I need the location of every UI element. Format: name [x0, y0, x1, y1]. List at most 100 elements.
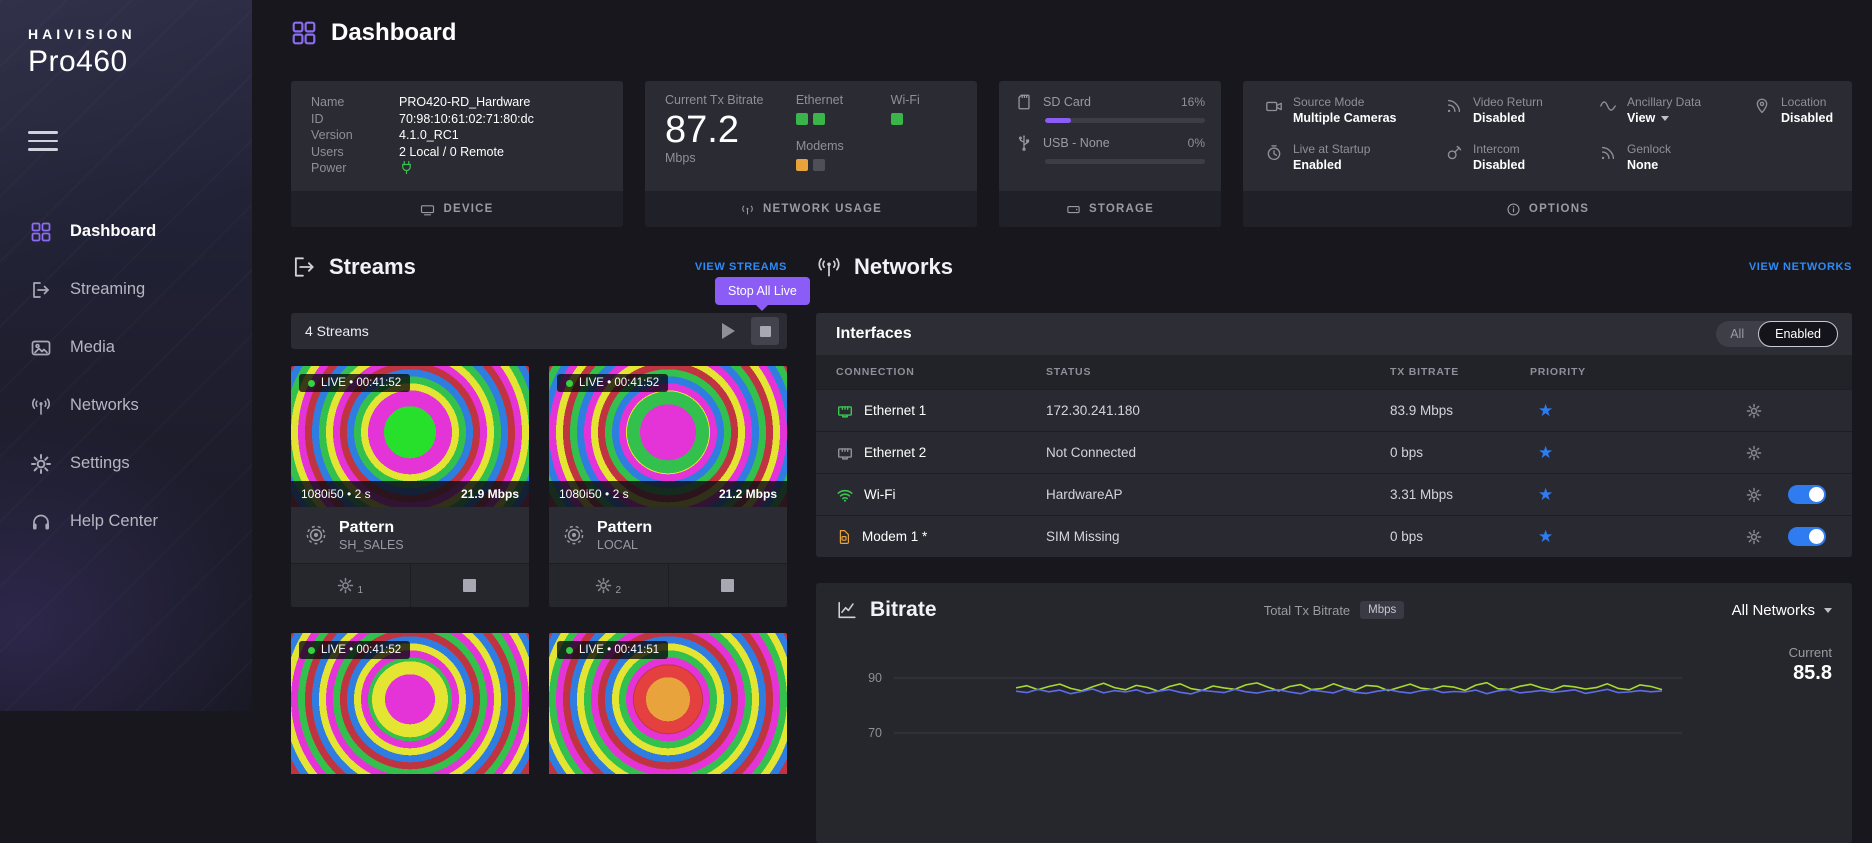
- interface-settings-gear-icon[interactable]: [1746, 403, 1762, 419]
- stream-settings-button[interactable]: 2: [549, 564, 668, 607]
- sidebar-item-label: Media: [70, 338, 115, 357]
- page-title: Dashboard: [331, 19, 456, 47]
- device-row-value: 70:98:10:61:02:71:80:dc: [399, 111, 534, 128]
- device-card-footer[interactable]: DEVICE: [291, 191, 623, 227]
- sim-card-icon: [836, 528, 852, 546]
- live-badge: LIVE • 00:41:51: [557, 641, 668, 659]
- filter-enabled-button[interactable]: Enabled: [1758, 321, 1838, 347]
- total-tx-bitrate-label: Total Tx Bitrate: [1264, 603, 1350, 618]
- device-row: Users2 Local / 0 Remote: [311, 144, 603, 161]
- streaming-icon: [30, 279, 52, 301]
- stream-cards-grid: LIVE • 00:41:52 1080i50 • 2 s21.9 Mbps P…: [291, 366, 787, 774]
- stream-stop-button[interactable]: [668, 564, 788, 607]
- option-value: Disabled: [1473, 110, 1543, 127]
- sidebar-item-label: Settings: [70, 454, 130, 473]
- network-usage-card-footer[interactable]: NETWORK USAGE: [645, 191, 977, 227]
- priority-star-icon[interactable]: ★: [1538, 443, 1553, 462]
- device-icon: [420, 202, 435, 217]
- usb-label: USB - None: [1043, 136, 1178, 150]
- live-timer: LIVE • 00:41:52: [579, 377, 659, 389]
- streams-toolbar: 4 Streams: [291, 313, 787, 349]
- genlock-icon: [1599, 142, 1617, 162]
- device-row-label: Users: [311, 144, 399, 161]
- device-row-power: Power: [311, 160, 603, 177]
- interface-name: Ethernet 2: [864, 445, 926, 460]
- sd-card-progress-fill: [1045, 118, 1071, 123]
- interface-enable-toggle[interactable]: [1788, 485, 1826, 504]
- interface-status: SIM Missing: [1046, 529, 1390, 544]
- sidebar-item-streaming[interactable]: Streaming: [0, 261, 252, 319]
- device-row: NamePRO420-RD_Hardware: [311, 94, 603, 111]
- stream-thumbnail[interactable]: LIVE • 00:41:52: [291, 633, 529, 774]
- stream-settings-button[interactable]: 1: [291, 564, 410, 607]
- gear-icon: [337, 577, 354, 594]
- sd-card-icon: [1015, 93, 1033, 111]
- stop-all-live-tooltip: Stop All Live: [715, 277, 810, 305]
- stream-stop-button[interactable]: [410, 564, 530, 607]
- main-content: Dashboard NamePRO420-RD_Hardware ID70:98…: [252, 0, 1872, 711]
- stream-card-footer: 1: [291, 563, 529, 607]
- mbps-unit-badge: Mbps: [1360, 601, 1404, 619]
- stream-thumbnail[interactable]: LIVE • 00:41:51: [549, 633, 787, 774]
- wifi-label: Wi-Fi: [891, 93, 957, 107]
- tx-bitrate-block: Current Tx Bitrate 87.2 Mbps: [665, 93, 796, 191]
- ethernet-port-icon: [836, 402, 854, 420]
- sidebar-nav: Dashboard Streaming Media Networks Setti…: [0, 203, 252, 551]
- interface-settings-gear-icon[interactable]: [1746, 487, 1762, 503]
- chevron-down-icon: [1661, 116, 1669, 125]
- table-row-ethernet1[interactable]: Ethernet 1 172.30.241.180 83.9 Mbps ★: [816, 389, 1852, 431]
- option-value-dropdown[interactable]: View: [1627, 110, 1701, 127]
- option-label: Genlock: [1627, 142, 1671, 157]
- options-card: Source ModeMultiple Cameras Video Return…: [1243, 81, 1852, 227]
- priority-star-icon[interactable]: ★: [1538, 527, 1553, 546]
- sidebar-item-dashboard[interactable]: Dashboard: [0, 203, 252, 261]
- stream-out-icon: [291, 254, 317, 280]
- sidebar-item-help-center[interactable]: Help Center: [0, 493, 252, 551]
- menu-toggle-button[interactable]: [28, 131, 58, 151]
- live-dot-icon: [308, 380, 315, 387]
- option-label: Intercom: [1473, 142, 1525, 157]
- stream-card: LIVE • 00:41:52 1080i50 • 2 s21.9 Mbps P…: [291, 366, 529, 607]
- option-value: Disabled: [1473, 157, 1525, 174]
- interface-settings-gear-icon[interactable]: [1746, 445, 1762, 461]
- satellite-dish-icon: [1445, 95, 1463, 115]
- option-label: Location: [1781, 95, 1833, 110]
- view-streams-link[interactable]: VIEW STREAMS: [695, 261, 787, 273]
- sidebar-item-settings[interactable]: Settings: [0, 435, 252, 493]
- interface-settings-gear-icon[interactable]: [1746, 529, 1762, 545]
- option-label: Live at Startup: [1293, 142, 1370, 157]
- svg-text:70: 70: [868, 726, 882, 740]
- antenna-icon: [30, 395, 52, 417]
- live-timer: LIVE • 00:41:52: [321, 377, 401, 389]
- storage-card-footer[interactable]: STORAGE: [999, 191, 1221, 227]
- wifi-block: Wi-Fi: [891, 93, 957, 191]
- networks-section: Networks VIEW NETWORKS Interfaces All En…: [816, 250, 1852, 843]
- priority-star-icon[interactable]: ★: [1538, 401, 1553, 420]
- interface-enable-toggle[interactable]: [1788, 527, 1826, 546]
- view-networks-link[interactable]: VIEW NETWORKS: [1749, 261, 1852, 273]
- table-row-ethernet2[interactable]: Ethernet 2 Not Connected 0 bps ★: [816, 431, 1852, 473]
- priority-star-icon[interactable]: ★: [1538, 485, 1553, 504]
- sidebar-item-media[interactable]: Media: [0, 319, 252, 377]
- multi-camera-icon: [1265, 95, 1283, 115]
- device-row-label: Power: [311, 160, 399, 177]
- clock-icon: [1265, 142, 1283, 162]
- tx-bitrate-label: Current Tx Bitrate: [665, 93, 796, 107]
- table-row-modem1[interactable]: Modem 1 * SIM Missing 0 bps ★: [816, 515, 1852, 557]
- options-footer-label: OPTIONS: [1529, 203, 1589, 215]
- option-label: Ancillary Data: [1627, 95, 1701, 110]
- network-selector-dropdown[interactable]: All Networks: [1732, 602, 1832, 619]
- info-icon: [1506, 202, 1521, 217]
- intercom-icon: [1445, 142, 1463, 162]
- device-row-label: Name: [311, 94, 399, 111]
- device-row: Version4.1.0_RC1: [311, 127, 603, 144]
- stop-all-streams-button[interactable]: [751, 317, 779, 345]
- stream-thumbnail[interactable]: LIVE • 00:41:52 1080i50 • 2 s21.9 Mbps: [291, 366, 529, 507]
- filter-all-button[interactable]: All: [1716, 321, 1758, 347]
- start-all-streams-button[interactable]: [722, 323, 735, 339]
- stream-thumbnail[interactable]: LIVE • 00:41:52 1080i50 • 2 s21.2 Mbps: [549, 366, 787, 507]
- options-card-footer[interactable]: OPTIONS: [1243, 191, 1852, 227]
- table-row-wifi[interactable]: Wi-Fi HardwareAP 3.31 Mbps ★: [816, 473, 1852, 515]
- antenna-icon: [740, 202, 755, 217]
- sidebar-item-networks[interactable]: Networks: [0, 377, 252, 435]
